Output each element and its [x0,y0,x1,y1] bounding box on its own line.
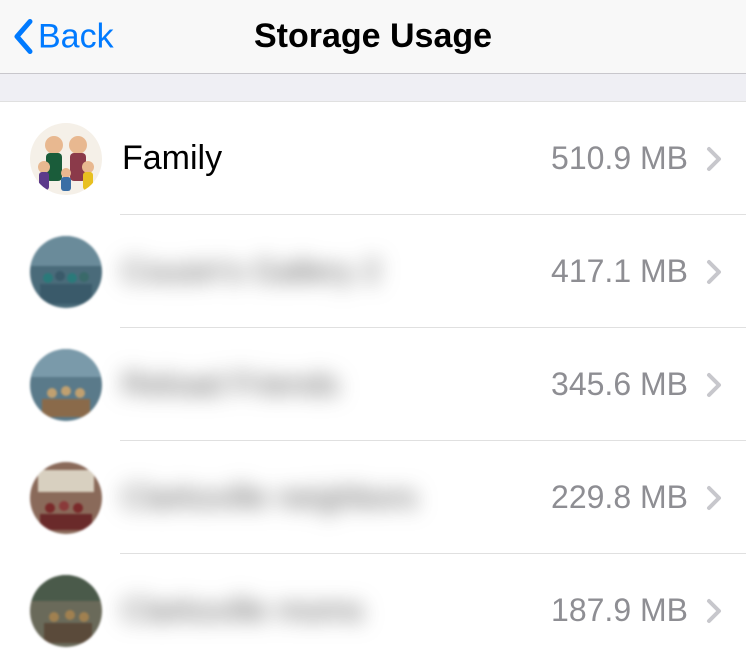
avatar [30,462,102,534]
chat-size: 417.1 MB [551,253,688,290]
avatar [30,575,102,647]
chat-name: Clarksville moms [122,592,551,629]
list-item[interactable]: Reload Friends 345.6 MB [0,328,746,441]
chevron-right-icon [706,598,722,624]
chevron-left-icon [12,19,34,55]
avatar [30,236,102,308]
back-label: Back [38,17,114,56]
page-title: Storage Usage [254,17,492,56]
chevron-right-icon [706,485,722,511]
chat-name: Clarksville neighbors [122,479,551,516]
chat-size: 229.8 MB [551,479,688,516]
chat-size: 510.9 MB [551,140,688,177]
chevron-right-icon [706,372,722,398]
section-spacer [0,74,746,102]
chevron-right-icon [706,146,722,172]
list-item[interactable]: Clarksville moms 187.9 MB [0,554,746,667]
chat-storage-list: Family 510.9 MB Cousin's Gallery 2 417.1… [0,102,746,667]
navigation-bar: Back Storage Usage [0,0,746,74]
chat-name: Reload Friends [122,366,551,403]
avatar [30,349,102,421]
chat-size: 345.6 MB [551,366,688,403]
avatar [30,123,102,195]
chat-name: Cousin's Gallery 2 [122,253,551,290]
chat-name: Family [122,139,551,178]
chat-size: 187.9 MB [551,592,688,629]
list-item[interactable]: Family 510.9 MB [0,102,746,215]
chevron-right-icon [706,259,722,285]
list-item[interactable]: Cousin's Gallery 2 417.1 MB [0,215,746,328]
back-button[interactable]: Back [12,17,114,56]
list-item[interactable]: Clarksville neighbors 229.8 MB [0,441,746,554]
